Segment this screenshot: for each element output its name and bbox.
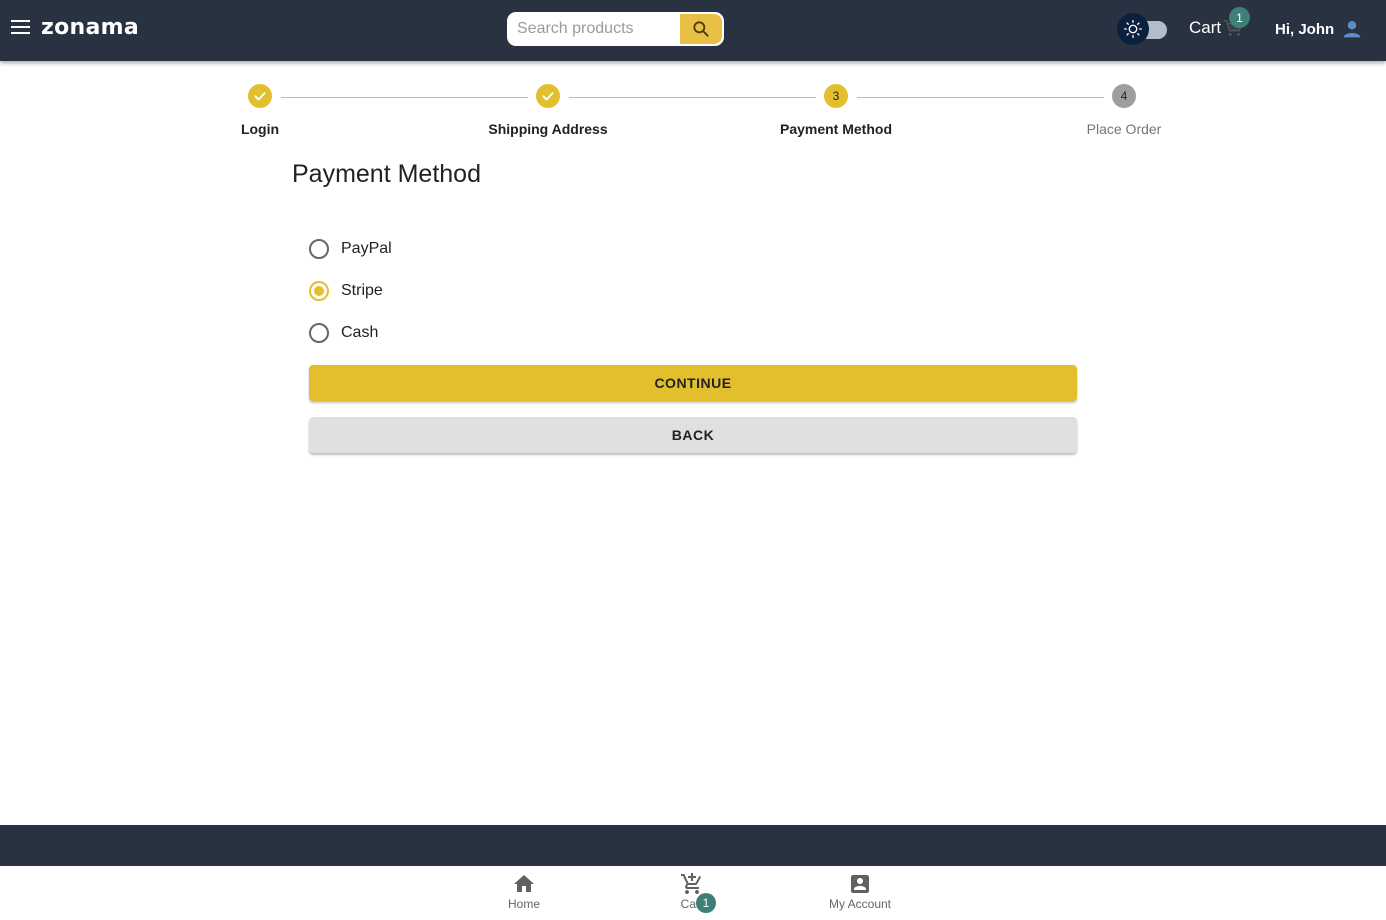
nav-cart[interactable]: Cart 1 [632, 872, 752, 913]
nav-label: Home [507, 897, 540, 911]
payment-option-stripe[interactable]: Stripe [308, 270, 392, 312]
step-login: Login [160, 84, 360, 137]
step-label: Login [240, 121, 280, 137]
check-icon [536, 84, 560, 108]
account-box-icon [800, 872, 920, 896]
add-shopping-cart-icon [632, 872, 752, 896]
user-greeting: Hi, John [1275, 20, 1335, 38]
nav-my-account[interactable]: My Account [800, 872, 920, 911]
top-app-bar: zonama Cart 1 Hi, J [0, 0, 1386, 61]
brand-logo[interactable]: zonama [41, 15, 139, 40]
user-menu[interactable]: Hi, John [1275, 19, 1362, 39]
search-icon [693, 21, 709, 37]
user-icon [1343, 21, 1361, 38]
check-icon [248, 84, 272, 108]
radio-label: Stripe [341, 282, 383, 299]
radio-label: Cash [341, 324, 379, 341]
payment-option-cash[interactable]: Cash [308, 312, 392, 354]
step-payment-method: 3 Payment Method [736, 84, 936, 137]
cart-count-badge: 1 [696, 893, 716, 913]
cart-count-badge: 1 [1229, 7, 1250, 28]
continue-button[interactable]: CONTINUE [309, 365, 1077, 401]
home-icon [464, 872, 584, 896]
step-number: 4 [1112, 84, 1136, 108]
nav-home[interactable]: Home [464, 872, 584, 911]
toggle-thumb [1117, 13, 1149, 45]
search-bar [507, 12, 724, 46]
search-button[interactable] [680, 14, 722, 44]
page-title: Payment Method [292, 160, 481, 188]
theme-toggle[interactable] [1117, 13, 1167, 45]
step-place-order: 4 Place Order [1024, 84, 1224, 137]
radio-dot [314, 286, 324, 296]
step-number: 3 [824, 84, 848, 108]
footer-bar [0, 825, 1386, 866]
payment-option-paypal[interactable]: PayPal [308, 228, 392, 270]
sun-icon [1124, 20, 1142, 38]
cart-label: Cart [1189, 18, 1222, 37]
step-label: Shipping Address [488, 121, 608, 137]
nav-label: My Account [828, 897, 892, 911]
menu-icon-line [11, 20, 30, 22]
payment-method-radio-group: PayPal Stripe Cash [308, 228, 392, 354]
nav-label: Cart [680, 897, 704, 911]
radio-button[interactable] [309, 323, 329, 343]
radio-label: PayPal [341, 240, 392, 257]
back-button[interactable]: BACK [309, 417, 1077, 453]
radio-button[interactable] [309, 239, 329, 259]
step-shipping-address: Shipping Address [448, 84, 648, 137]
menu-icon-line [11, 26, 30, 28]
radio-button-selected[interactable] [309, 281, 329, 301]
menu-button[interactable] [11, 20, 31, 38]
step-label: Payment Method [779, 121, 892, 137]
step-label: Place Order [1086, 121, 1162, 137]
bottom-navigation: Home Cart 1 My Account [0, 866, 1386, 920]
search-input[interactable] [509, 14, 681, 44]
menu-icon-line [11, 32, 30, 34]
